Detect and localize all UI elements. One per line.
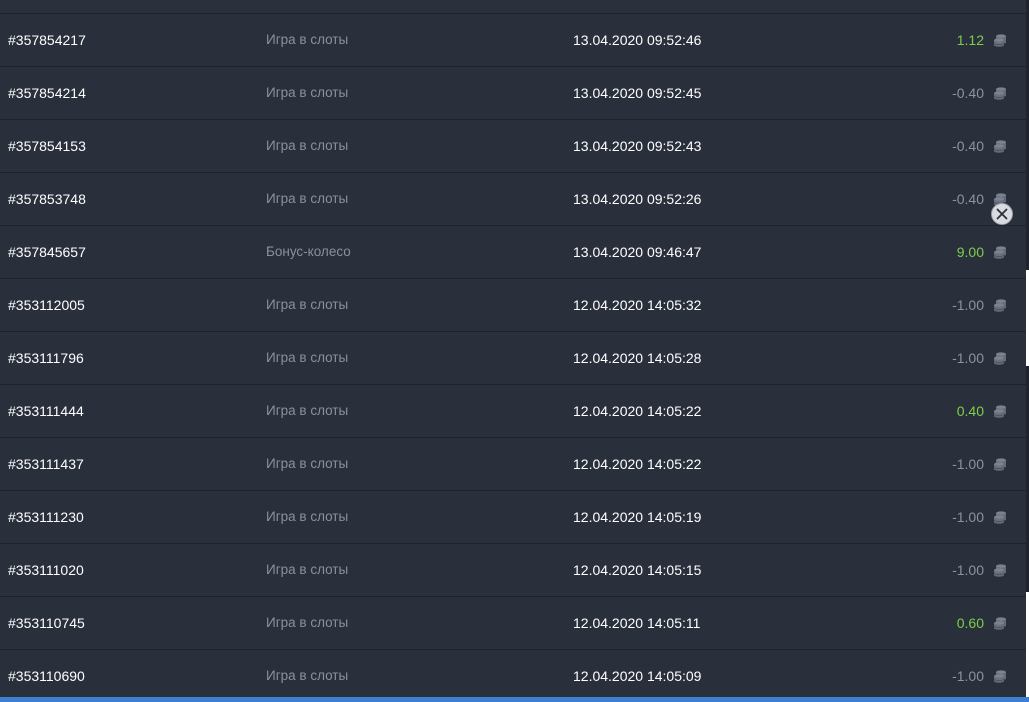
transaction-datetime: 12.04.2020 14:05:15	[573, 562, 702, 578]
transaction-amount: -0.40	[952, 138, 984, 154]
coins-stack-icon	[993, 351, 1007, 365]
transaction-datetime: 12.04.2020 14:05:32	[573, 297, 702, 313]
transaction-id: #357853748	[8, 191, 86, 207]
coins-stack-icon	[993, 86, 1007, 100]
table-row: #353110690 Игра в слоты 12.04.2020 14:05:0…	[0, 650, 1026, 702]
transaction-history-page: #357854217 Игра в слоты 13.04.2020 09:52:4…	[0, 0, 1029, 702]
transaction-amount: -1.00	[952, 297, 984, 313]
transaction-id: #353110690	[8, 668, 85, 684]
transaction-datetime: 13.04.2020 09:52:43	[573, 138, 702, 154]
table-row: #353111437 Игра в слоты 12.04.2020 14:05:2…	[0, 438, 1026, 491]
transaction-datetime: 13.04.2020 09:52:45	[573, 85, 702, 101]
close-button[interactable]	[991, 203, 1013, 225]
coins-stack-icon	[993, 616, 1007, 630]
transaction-datetime: 12.04.2020 14:05:28	[573, 350, 702, 366]
transaction-type: Игра в слоты	[266, 297, 349, 312]
coins-stack-icon	[993, 563, 1007, 577]
transaction-amount: -1.00	[952, 456, 984, 472]
transactions-table: #357854217 Игра в слоты 13.04.2020 09:52:4…	[0, 14, 1026, 702]
transaction-type: Игра в слоты	[266, 456, 349, 471]
transaction-amount: -1.00	[952, 350, 984, 366]
coins-stack-icon	[993, 457, 1007, 471]
table-row: #357854153 Игра в слоты 13.04.2020 09:52:4…	[0, 120, 1026, 173]
transaction-datetime: 13.04.2020 09:52:26	[573, 191, 702, 207]
transaction-id: #357854217	[8, 32, 86, 48]
table-row: #353111796 Игра в слоты 12.04.2020 14:05:2…	[0, 332, 1026, 385]
transaction-type: Игра в слоты	[266, 138, 349, 153]
coins-stack-icon	[993, 33, 1007, 47]
table-row: #353111020 Игра в слоты 12.04.2020 14:05:1…	[0, 544, 1026, 597]
transaction-amount: -0.40	[952, 85, 984, 101]
transaction-type: Игра в слоты	[266, 509, 349, 524]
transaction-amount: -1.00	[952, 562, 984, 578]
bottom-accent-bar	[0, 697, 1029, 702]
transaction-type: Бонус-колесо	[266, 244, 351, 259]
table-row: #353111444 Игра в слоты 12.04.2020 14:05:2…	[0, 385, 1026, 438]
transaction-type: Игра в слоты	[266, 403, 349, 418]
coins-stack-icon	[993, 298, 1007, 312]
transaction-amount: -0.40	[952, 191, 984, 207]
transaction-datetime: 13.04.2020 09:46:47	[573, 244, 702, 260]
coins-stack-icon	[993, 404, 1007, 418]
transaction-id: #353111230	[8, 509, 84, 525]
coins-stack-icon	[993, 510, 1007, 524]
transaction-id: #353112005	[8, 297, 85, 313]
table-row: #357853748 Игра в слоты 13.04.2020 09:52:2…	[0, 173, 1026, 226]
transaction-datetime: 13.04.2020 09:52:46	[573, 32, 702, 48]
transaction-amount: 9.00	[956, 244, 984, 260]
coins-stack-icon	[993, 245, 1007, 259]
transaction-datetime: 12.04.2020 14:05:09	[573, 668, 702, 684]
coins-stack-icon	[993, 139, 1007, 153]
table-row: #353112005 Игра в слоты 12.04.2020 14:05:3…	[0, 279, 1026, 332]
transaction-id: #353111020	[8, 562, 84, 578]
transaction-amount: 0.40	[956, 403, 984, 419]
transaction-id: #353111796	[8, 350, 84, 366]
transaction-datetime: 12.04.2020 14:05:22	[573, 456, 702, 472]
transaction-id: #353111437	[8, 456, 84, 472]
transaction-type: Игра в слоты	[266, 350, 349, 365]
table-top-strip	[0, 0, 1026, 14]
table-row: #357854217 Игра в слоты 13.04.2020 09:52:4…	[0, 14, 1026, 67]
transaction-amount: -1.00	[952, 509, 984, 525]
transaction-datetime: 12.04.2020 14:05:11	[573, 615, 701, 631]
transaction-id: #357854153	[8, 138, 86, 154]
coins-stack-icon	[993, 669, 1007, 683]
transaction-type: Игра в слоты	[266, 668, 349, 683]
transaction-type: Игра в слоты	[266, 191, 349, 206]
table-row: #357845657 Бонус-колесо 13.04.2020 09:46:4…	[0, 226, 1026, 279]
table-row: #353110745 Игра в слоты 12.04.2020 14:05:1…	[0, 597, 1026, 650]
transaction-id: #353110745	[8, 615, 85, 631]
table-row: #353111230 Игра в слоты 12.04.2020 14:05:1…	[0, 491, 1026, 544]
transaction-type: Игра в слоты	[266, 32, 349, 47]
table-row: #357854214 Игра в слоты 13.04.2020 09:52:4…	[0, 67, 1026, 120]
transaction-amount: -1.00	[952, 668, 984, 684]
transaction-id: #353111444	[8, 403, 84, 419]
transaction-type: Игра в слоты	[266, 85, 349, 100]
close-icon	[996, 208, 1008, 220]
transaction-datetime: 12.04.2020 14:05:19	[573, 509, 702, 525]
transaction-type: Игра в слоты	[266, 615, 349, 630]
transaction-type: Игра в слоты	[266, 562, 349, 577]
transaction-id: #357845657	[8, 244, 86, 260]
transaction-amount: 0.60	[956, 615, 984, 631]
transaction-amount: 1.12	[956, 32, 984, 48]
transaction-datetime: 12.04.2020 14:05:22	[573, 403, 702, 419]
transaction-id: #357854214	[8, 85, 86, 101]
